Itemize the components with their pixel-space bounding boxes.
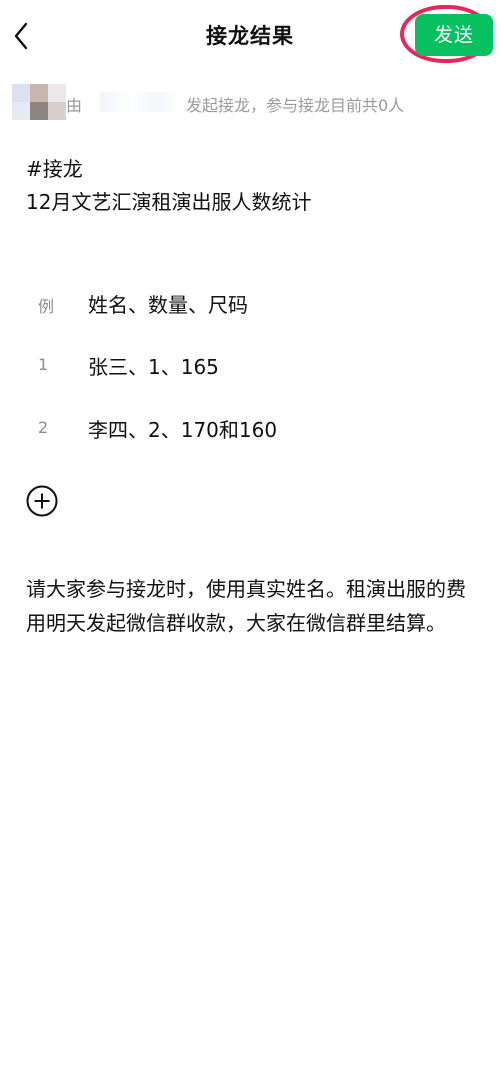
add-entry-button[interactable] <box>26 485 58 517</box>
example-row: 例 姓名、数量、尺码 <box>0 283 500 323</box>
blurred-name <box>100 92 180 112</box>
top-bar: 接龙结果 发送 <box>0 0 500 72</box>
send-button[interactable]: 发送 <box>415 14 493 56</box>
row-text: 张三、1、165 <box>88 355 219 379</box>
list-item[interactable]: 2 李四、2、170和160 <box>0 408 500 448</box>
row-text: 李四、2、170和160 <box>88 418 278 442</box>
plus-circle-icon <box>26 485 58 517</box>
row-text: 姓名、数量、尺码 <box>88 293 248 317</box>
note-text: 请大家参与接龙时，使用真实姓名。租演出服的费用明天发起微信群收款，大家在微信群里… <box>26 577 466 635</box>
initiator-info: 由 发起接龙，参与接龙目前共0人 <box>0 80 500 124</box>
subject-title: 12月文艺汇演租演出服人数统计 <box>26 190 312 214</box>
avatar <box>12 84 68 120</box>
info-text: 发起接龙，参与接龙目前共0人 <box>186 96 405 115</box>
hashtag: #接龙 <box>26 157 83 181</box>
list-item[interactable]: 1 张三、1、165 <box>0 345 500 385</box>
row-index: 1 <box>38 355 49 374</box>
row-index: 例 <box>38 297 55 316</box>
row-index: 2 <box>38 418 49 437</box>
by-label: 由 <box>66 96 83 115</box>
